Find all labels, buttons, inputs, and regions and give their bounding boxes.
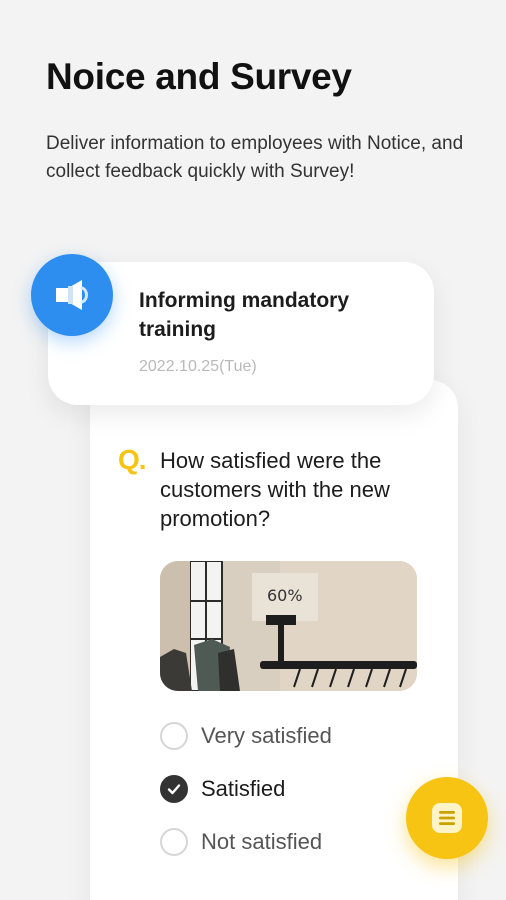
notice-title: Informing mandatory training (139, 289, 350, 341)
option-label: Satisfied (201, 776, 286, 801)
radio-button[interactable] (160, 722, 188, 750)
option-not-satisfied[interactable]: Not satisfied (160, 827, 322, 857)
notice-date: 2022.10.25(Tue) (139, 358, 257, 375)
option-very-satisfied[interactable]: Very satisfied (160, 721, 332, 751)
check-icon (167, 784, 181, 795)
option-satisfied[interactable]: Satisfied (160, 774, 285, 804)
page-subtitle: Deliver information to employees with No… (46, 133, 464, 182)
list-note-icon-button[interactable] (406, 777, 488, 859)
list-note-icon (432, 803, 462, 833)
page: Noice and Survey Deliver information to … (0, 0, 506, 900)
option-label: Not satisfied (201, 829, 323, 854)
radio-button-checked[interactable] (160, 775, 188, 803)
question-marker: Q. (118, 444, 147, 475)
store-photo-illustration (160, 561, 417, 691)
megaphone-icon (31, 254, 113, 336)
photo-sign-text: 60% (267, 586, 303, 605)
page-title: Noice and Survey (46, 56, 352, 97)
radio-button[interactable] (160, 828, 188, 856)
survey-photo: 60% (160, 561, 417, 691)
option-label: Very satisfied (201, 723, 332, 748)
survey-question: How satisfied were the customers with th… (160, 448, 390, 531)
megaphone-glyph (56, 280, 88, 310)
